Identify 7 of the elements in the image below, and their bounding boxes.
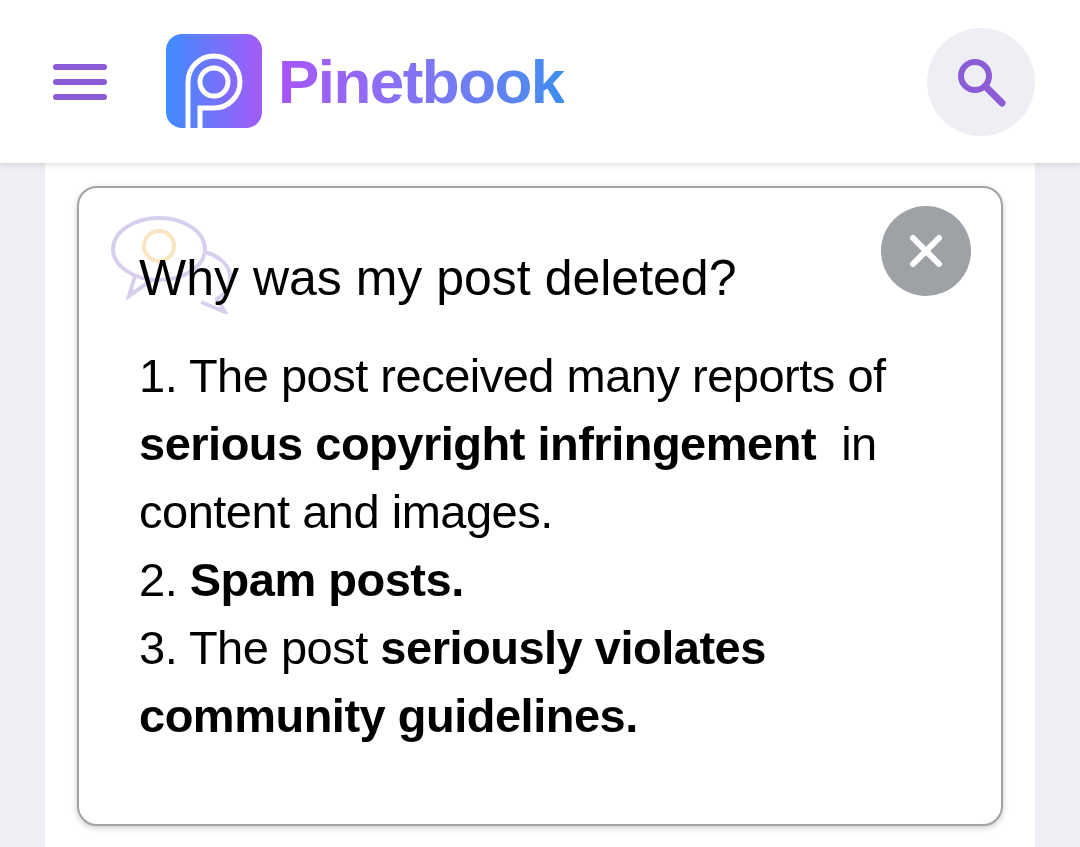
close-icon bbox=[909, 234, 943, 268]
reason-text: 2. Spam posts. bbox=[139, 552, 465, 608]
logo-icon bbox=[166, 33, 262, 130]
reason-text: 3. The post seriously violates community guidelines. bbox=[139, 620, 767, 744]
dialog-title: Why was my post deleted? bbox=[139, 250, 738, 306]
menu-icon[interactable] bbox=[52, 61, 108, 102]
reason-text: 1. The post received many reports of serious copyright infringement in content and images. bbox=[139, 348, 887, 540]
